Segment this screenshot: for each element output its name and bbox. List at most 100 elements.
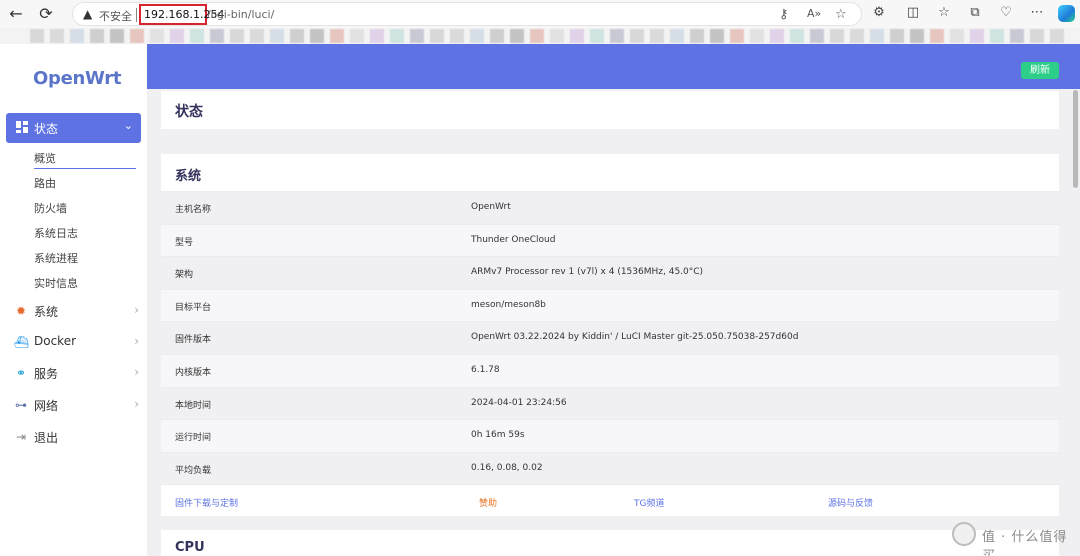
info-key: 本地时间: [175, 400, 212, 411]
info-key: 内核版本: [175, 368, 212, 378]
blurred-bookmark: [350, 29, 364, 43]
blurred-bookmark: [970, 29, 984, 43]
menu-status[interactable]: 状态 ⌄: [6, 113, 141, 143]
header-banner: [147, 44, 1080, 89]
services-icon: ⚭: [15, 366, 27, 380]
watermark-text: 值 · 什么值得买: [982, 530, 1068, 556]
blurred-bookmark: [410, 29, 424, 43]
blurred-bookmark: [690, 29, 704, 43]
favorites-icon[interactable]: ☆: [935, 5, 953, 20]
chevron-right-icon: ›: [134, 303, 139, 317]
blurred-bookmark: [790, 29, 804, 43]
info-row: 主机名称 OpenWrt: [161, 191, 1059, 224]
info-value: meson/meson8b: [471, 299, 546, 310]
browser-essentials-icon[interactable]: ♡: [997, 5, 1015, 20]
blurred-bookmark: [450, 29, 464, 43]
openwrt-logo[interactable]: OpenWrt: [33, 68, 121, 89]
menu-logout-label: 退出: [34, 431, 59, 445]
submenu-routes[interactable]: 路由: [34, 175, 56, 191]
submenu-processes[interactable]: 系统进程: [34, 250, 78, 266]
submenu-overview[interactable]: 概览: [34, 150, 56, 166]
menu-docker[interactable]: ⛴ Docker ›: [14, 332, 139, 352]
blurred-bookmark: [310, 29, 324, 43]
menu-system-label: 系统: [34, 305, 59, 319]
bookmarks-bar-blurred: [0, 28, 1080, 44]
blurred-bookmark: [330, 29, 344, 43]
key-icon[interactable]: ⚷: [779, 7, 789, 22]
watermark-logo-icon: [952, 522, 976, 546]
info-value: 6.1.78: [471, 365, 500, 375]
blurred-bookmark: [370, 29, 384, 43]
page-title: 状态: [175, 104, 203, 120]
info-key: 平均负载: [175, 465, 212, 476]
insecure-label: 不安全: [99, 10, 132, 23]
collections-icon[interactable]: ⧉: [966, 5, 984, 20]
link-source-feedback[interactable]: 源码与反馈: [828, 496, 873, 509]
info-row: 固件版本 OpenWrt 03.22.2024 by Kiddin' / LuCI…: [161, 321, 1059, 354]
chevron-down-icon: ⌄: [123, 119, 133, 132]
address-bar[interactable]: ▲ 不安全 192.168.1.254 /cgi-bin/luci/ ⚷ A» …: [72, 2, 862, 26]
blurred-bookmark: [830, 29, 844, 43]
blurred-bookmark: [270, 29, 284, 43]
info-value: 0h 16m 59s: [471, 430, 525, 441]
blurred-bookmark: [670, 29, 684, 43]
blurred-bookmark: [710, 29, 724, 43]
blurred-bookmark: [810, 29, 824, 43]
blurred-bookmark: [990, 29, 1004, 43]
blurred-bookmark: [1030, 29, 1044, 43]
info-row: 运行时间 0h 16m 59s: [161, 419, 1059, 453]
blurred-bookmark: [170, 29, 184, 43]
blurred-bookmark: [950, 29, 964, 43]
page-title-card: 状态: [161, 91, 1059, 129]
info-key: 型号: [175, 237, 194, 248]
blurred-bookmark: [750, 29, 764, 43]
split-screen-icon[interactable]: ◫: [904, 5, 922, 20]
menu-system[interactable]: ✹ 系统 ›: [14, 301, 139, 321]
menu-services[interactable]: ⚭ 服务 ›: [14, 363, 139, 383]
menu-network[interactable]: ⊶ 网络 ›: [14, 395, 139, 415]
scrollbar-thumb[interactable]: [1073, 90, 1078, 188]
logout-icon: ⇥: [15, 430, 27, 444]
divider: [136, 8, 137, 22]
blurred-bookmark: [930, 29, 944, 43]
blurred-bookmark: [590, 29, 604, 43]
refresh-button[interactable]: 刷新: [1021, 62, 1059, 79]
menu-network-label: 网络: [34, 399, 59, 413]
star-icon[interactable]: ☆: [835, 7, 847, 22]
copilot-icon[interactable]: [1058, 5, 1075, 22]
url-host: 192.168.1.254: [139, 4, 224, 25]
system-card-title: 系统: [175, 169, 202, 184]
blurred-bookmark: [250, 29, 264, 43]
info-row: 目标平台 meson/meson8b: [161, 288, 1059, 322]
reload-icon[interactable]: ⟳: [36, 4, 56, 24]
cpu-card-title: CPU: [175, 540, 205, 555]
blurred-bookmark: [730, 29, 744, 43]
blurred-bookmark: [610, 29, 624, 43]
blurred-bookmark: [890, 29, 904, 43]
menu-logout[interactable]: ⇥ 退出: [14, 427, 139, 447]
network-icon: ⊶: [15, 398, 27, 412]
submenu-firewall[interactable]: 防火墙: [34, 200, 67, 216]
link-firmware-download[interactable]: 固件下载与定制: [175, 496, 238, 509]
back-icon[interactable]: ←: [6, 4, 26, 24]
read-aloud-icon[interactable]: A»: [807, 7, 821, 20]
blurred-bookmark: [530, 29, 544, 43]
blurred-bookmark: [290, 29, 304, 43]
blurred-bookmark: [850, 29, 864, 43]
blurred-bookmark: [770, 29, 784, 43]
extensions-icon[interactable]: ⚙: [870, 5, 888, 20]
info-key: 目标平台: [175, 302, 212, 313]
info-row: 架构 ARMv7 Processor rev 1 (v7l) x 4 (1536M…: [161, 256, 1059, 289]
link-sponsor[interactable]: 赞助: [479, 496, 497, 509]
blurred-bookmark: [190, 29, 204, 43]
submenu-realtime[interactable]: 实时信息: [34, 275, 78, 291]
info-row: 内核版本 6.1.78: [161, 354, 1059, 387]
submenu-syslog[interactable]: 系统日志: [34, 225, 78, 241]
blurred-bookmark: [230, 29, 244, 43]
info-value: OpenWrt 03.22.2024 by Kiddin' / LuCI Mas…: [471, 332, 799, 343]
blurred-bookmark: [910, 29, 924, 43]
more-icon[interactable]: ⋯: [1028, 5, 1046, 20]
warning-icon: ▲: [83, 7, 93, 21]
link-tg-channel[interactable]: TG频道: [634, 496, 664, 509]
info-row: 本地时间 2024-04-01 23:24:56: [161, 386, 1059, 420]
